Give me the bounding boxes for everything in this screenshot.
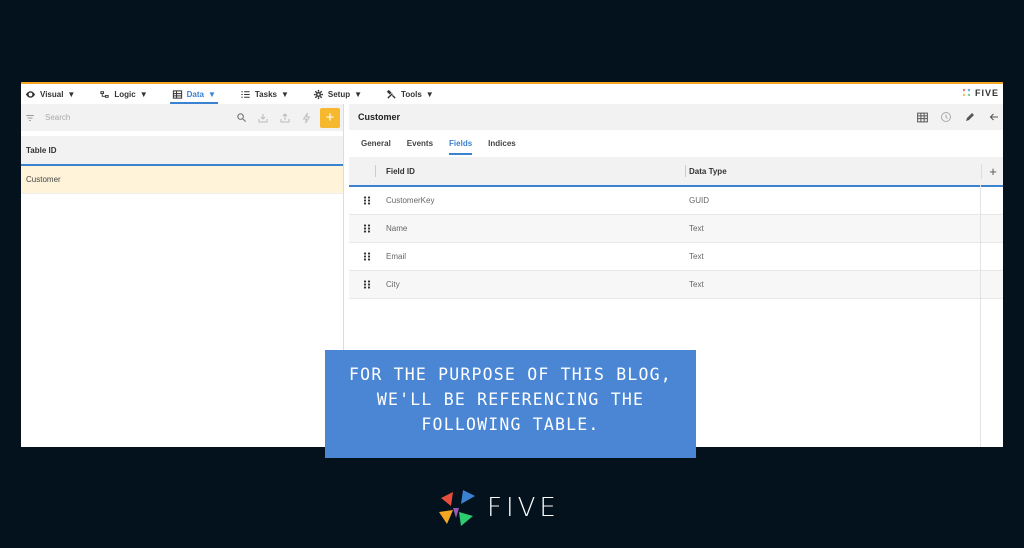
chevron-down-icon: ▼ (207, 89, 216, 99)
menu-tasks[interactable]: Tasks ▼ (238, 84, 291, 104)
tools-icon (386, 89, 396, 99)
top-menu-bar: Visual ▼ Logic ▼ Data ▼ Tasks ▼ Setup ▼ … (21, 82, 1003, 104)
list-icon (241, 90, 250, 98)
chevron-down-icon: ▼ (139, 89, 148, 99)
table-row[interactable]: CustomerKey GUID (349, 187, 1003, 215)
data-type-cell: GUID (689, 196, 709, 205)
add-column-button[interactable]: + (981, 163, 1003, 179)
field-id-cell: CustomerKey (386, 196, 435, 205)
grid-divider (980, 185, 981, 447)
menu-data-label: Data (186, 89, 204, 99)
chevron-down-icon: ▼ (280, 89, 289, 99)
record-header: Customer (349, 104, 1003, 130)
grid-view-icon[interactable] (915, 110, 929, 124)
column-separator (685, 165, 686, 177)
table-row[interactable]: Name Text (349, 215, 1003, 243)
tab-events[interactable]: Events (407, 130, 433, 157)
lightning-icon[interactable] (300, 111, 314, 125)
field-id-cell: City (386, 280, 400, 289)
column-separator (375, 165, 376, 177)
column-header-table-id[interactable]: Table ID (21, 136, 343, 166)
history-icon[interactable] (939, 110, 953, 124)
drag-handle-icon[interactable] (349, 252, 385, 261)
back-arrow-icon[interactable] (987, 110, 1001, 124)
data-type-cell: Text (689, 280, 704, 289)
menu-tasks-label: Tasks (254, 89, 277, 99)
chevron-down-icon: ▼ (67, 89, 76, 99)
field-id-cell: Email (386, 252, 407, 261)
chevron-down-icon: ▼ (425, 89, 434, 99)
record-tabs: General Events Fields Indices (349, 130, 1003, 157)
table-list-panel: Search + Table ID Customer (21, 104, 344, 447)
filter-icon[interactable] (25, 113, 35, 123)
callout-line: FOR THE PURPOSE OF THIS BLOG, (349, 365, 672, 384)
edit-icon[interactable] (963, 110, 977, 124)
footer-brand-logo: FIVE (437, 488, 560, 528)
column-header-field-id[interactable]: Field ID (385, 167, 689, 176)
tab-general[interactable]: General (361, 130, 391, 157)
callout-line: WE'LL BE REFERENCING THE (376, 390, 645, 409)
add-table-button[interactable]: + (320, 107, 340, 128)
menu-setup[interactable]: Setup ▼ (311, 84, 364, 104)
brand-name: FIVE (974, 87, 999, 98)
menu-logic[interactable]: Logic ▼ (97, 84, 149, 104)
record-actions (915, 110, 1001, 124)
drag-handle-icon[interactable] (349, 280, 385, 289)
gear-icon (313, 89, 323, 99)
data-type-cell: Text (689, 224, 704, 233)
record-title: Customer (358, 112, 401, 122)
menu-logic-label: Logic (114, 89, 136, 99)
field-id-cell: Name (386, 224, 408, 233)
table-row[interactable]: Email Text (349, 243, 1003, 271)
drag-handle-icon[interactable] (349, 224, 385, 233)
drag-handle-icon[interactable] (349, 196, 385, 205)
column-header-data-type[interactable]: Data Type (689, 167, 981, 176)
five-logo-icon (439, 490, 475, 526)
brand-logo: FIVE (961, 87, 999, 98)
callout-line: FOLLOWING TABLE. (421, 415, 600, 434)
logic-icon (100, 90, 109, 98)
search-icon[interactable] (234, 111, 248, 125)
menu-visual-label: Visual (40, 89, 64, 99)
import-icon[interactable] (256, 111, 270, 125)
menu-tools[interactable]: Tools ▼ (384, 84, 436, 104)
fields-grid-header: Field ID Data Type + (349, 157, 1003, 187)
menu-tools-label: Tools (401, 89, 422, 99)
search-input[interactable]: Search (45, 113, 226, 122)
eye-icon (25, 90, 36, 98)
footer-brand-name: FIVE (487, 493, 560, 523)
table-icon (172, 89, 182, 99)
menu-visual[interactable]: Visual ▼ (23, 84, 77, 104)
menu-data[interactable]: Data ▼ (169, 84, 219, 104)
blog-callout: FOR THE PURPOSE OF THIS BLOG, WE'LL BE R… (325, 350, 696, 458)
tab-fields[interactable]: Fields (449, 130, 473, 157)
data-type-cell: Text (689, 252, 704, 261)
left-toolbar: Search + (21, 104, 343, 131)
tab-indices[interactable]: Indices (488, 130, 516, 157)
list-item[interactable]: Customer (21, 166, 343, 194)
menu-setup-label: Setup (327, 89, 351, 99)
table-row[interactable]: City Text (349, 271, 1003, 299)
export-icon[interactable] (278, 111, 292, 125)
chevron-down-icon: ▼ (354, 89, 363, 99)
five-logo-icon (962, 88, 971, 97)
